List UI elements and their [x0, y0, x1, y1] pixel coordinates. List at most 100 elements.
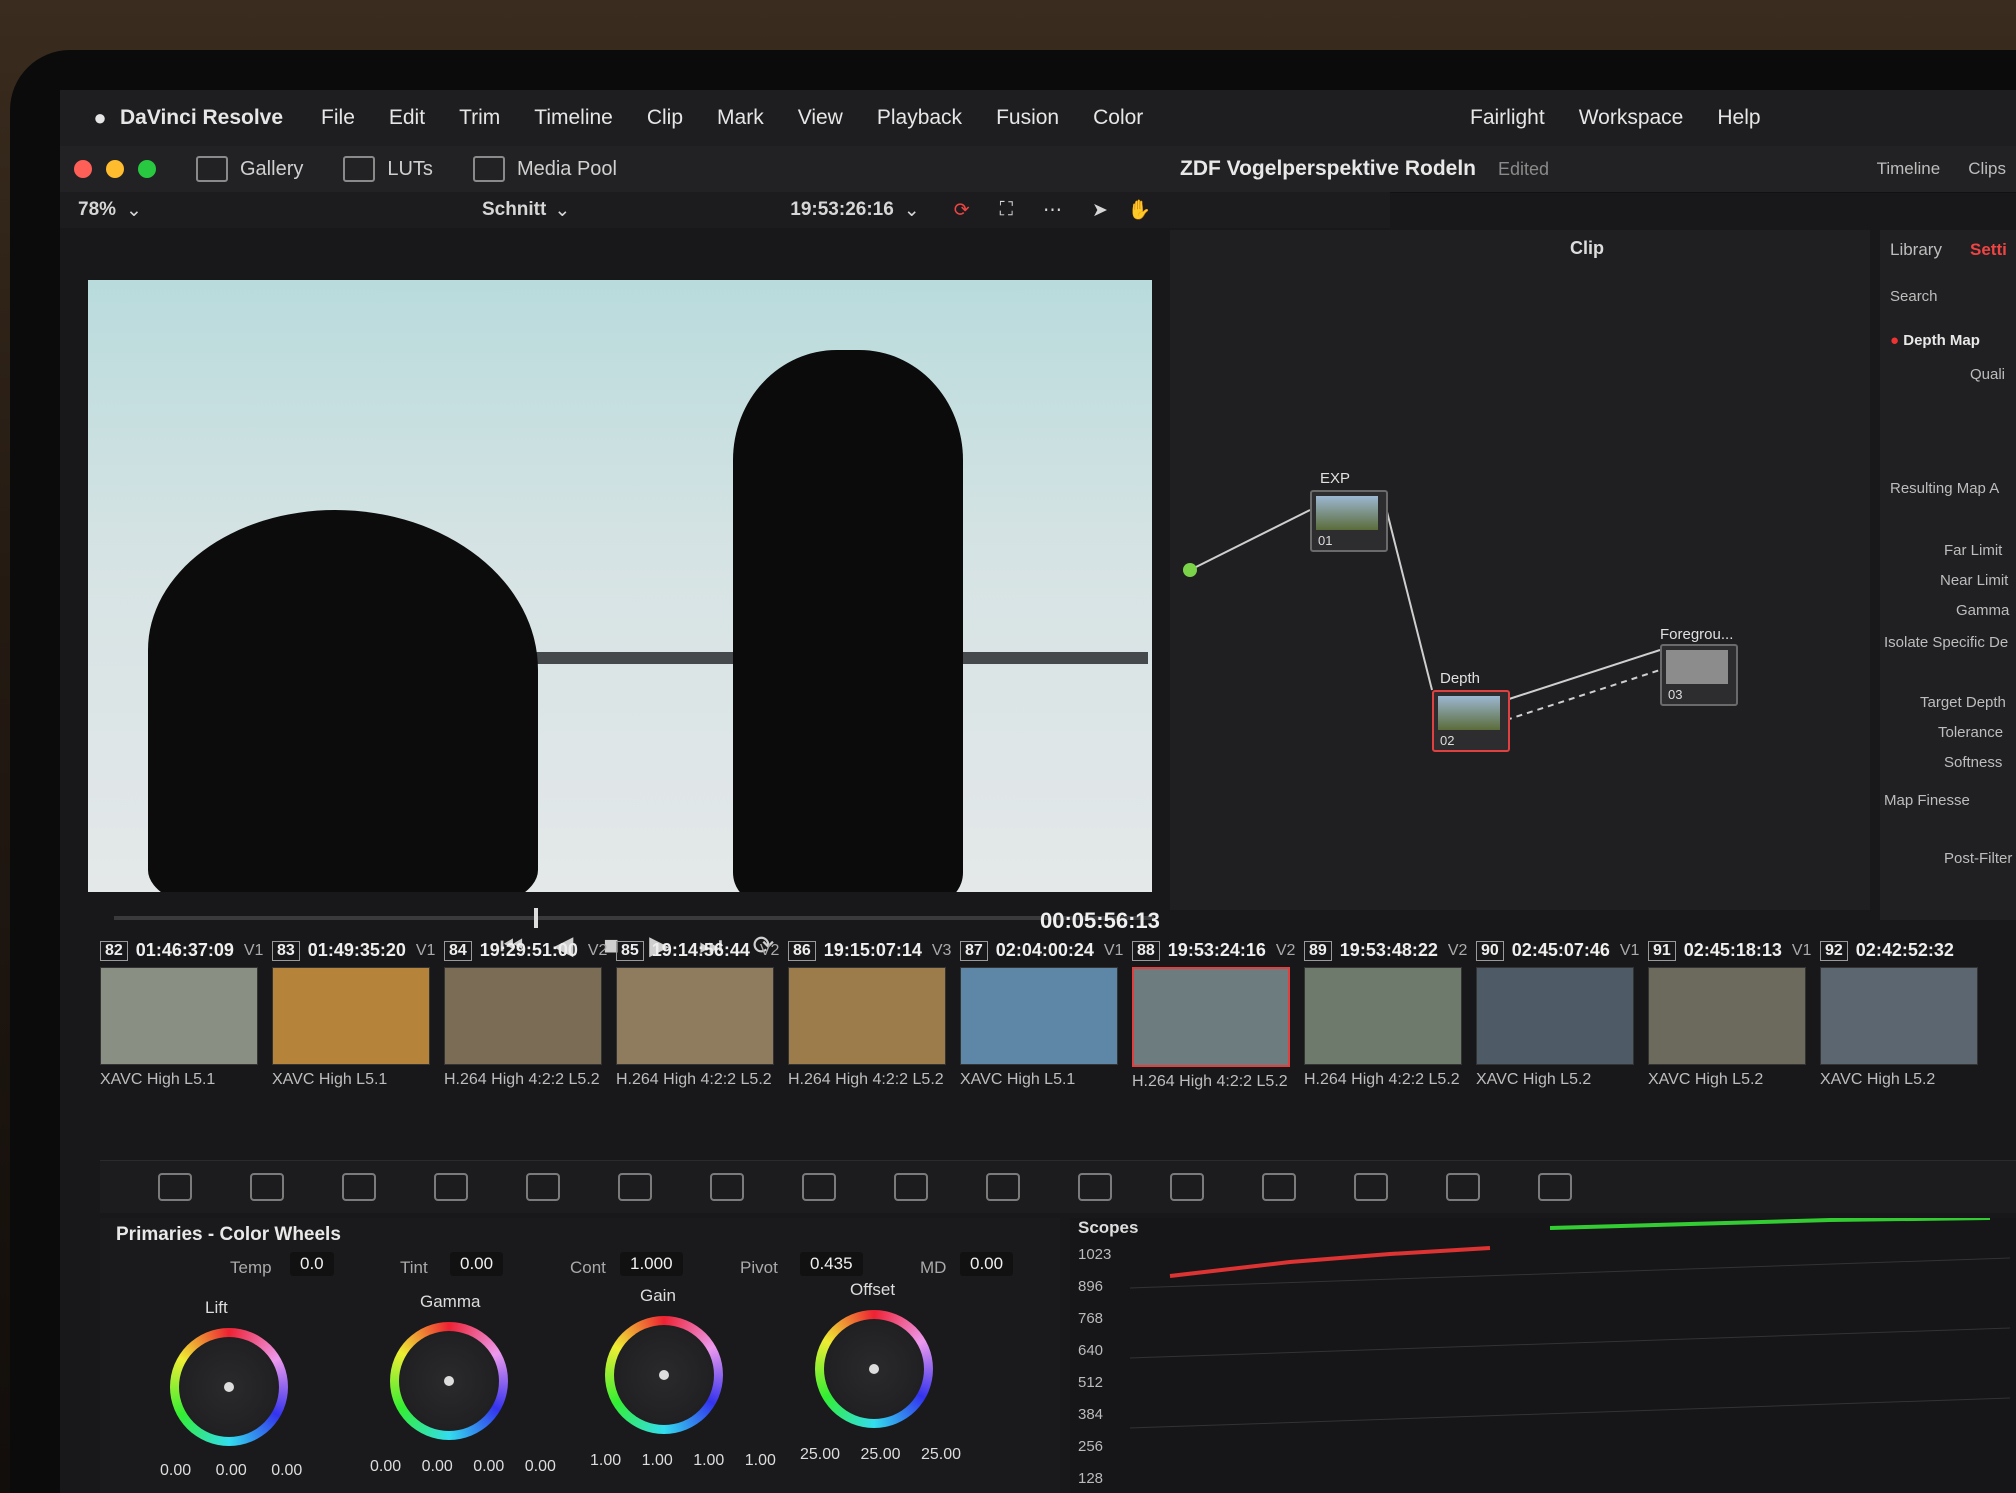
- media-pool-button[interactable]: Media Pool: [472, 156, 617, 182]
- fullscreen-icon[interactable]: ⛶: [1000, 199, 1013, 221]
- key-icon[interactable]: [1354, 1173, 1388, 1201]
- luts-label: LUTs: [387, 157, 433, 180]
- zoom-window-button[interactable]: [138, 160, 156, 178]
- menu-fairlight[interactable]: Fairlight: [1470, 106, 1545, 130]
- clip-thumbnail-card[interactable]: 92 02:42:52:32 XAVC High L5.2: [1820, 940, 1978, 1089]
- section-resulting-map[interactable]: Resulting Map A: [1890, 480, 1999, 497]
- clip-thumbnail-card[interactable]: 89 19:53:48:22 V2 H.264 High 4:2:2 L5.2: [1304, 940, 1467, 1089]
- scope-axis-label: 384: [1078, 1406, 1104, 1423]
- color-match-icon[interactable]: [250, 1173, 284, 1201]
- cont-value[interactable]: 1.000: [620, 1252, 683, 1276]
- rgb-mixer-icon[interactable]: [526, 1173, 560, 1201]
- clip-header: 89 19:53:48:22 V2: [1304, 940, 1467, 961]
- curves-icon[interactable]: [710, 1173, 744, 1201]
- hdr-icon[interactable]: [434, 1173, 468, 1201]
- tab-library[interactable]: Library: [1890, 240, 1942, 260]
- tracker-icon[interactable]: [1078, 1173, 1112, 1201]
- color-sync-icon[interactable]: ⟳: [954, 199, 970, 222]
- more-options-icon[interactable]: ⋯: [1043, 199, 1062, 222]
- clips-toggle[interactable]: Clips: [1968, 159, 2006, 179]
- menu-timeline[interactable]: Timeline: [534, 106, 613, 130]
- clip-thumbnail-card[interactable]: 82 01:46:37:09 V1 XAVC High L5.1: [100, 940, 263, 1089]
- offset-wheel[interactable]: [815, 1310, 933, 1428]
- menu-fusion[interactable]: Fusion: [996, 106, 1059, 130]
- clip-thumbnail-card[interactable]: 90 02:45:07:46 V1 XAVC High L5.2: [1476, 940, 1639, 1089]
- hand-icon[interactable]: ✋: [1128, 198, 1152, 222]
- magic-mask-icon[interactable]: [1170, 1173, 1204, 1201]
- gamma-wheel[interactable]: [390, 1322, 508, 1440]
- color-wheels-icon[interactable]: [342, 1173, 376, 1201]
- viewer-timecode[interactable]: 19:53:26:16: [790, 199, 894, 221]
- clip-number: 82: [100, 940, 128, 961]
- camera-raw-icon[interactable]: [158, 1173, 192, 1201]
- menu-clip[interactable]: Clip: [647, 106, 683, 130]
- menu-help[interactable]: Help: [1717, 106, 1760, 130]
- zoom-dropdown[interactable]: 78%: [78, 199, 116, 221]
- offset-values: 25.00 25.00 25.00: [800, 1446, 962, 1463]
- pivot-value[interactable]: 0.435: [800, 1252, 863, 1276]
- node-foreground[interactable]: 03: [1660, 644, 1738, 706]
- md-value[interactable]: 0.00: [960, 1252, 1014, 1276]
- gallery-button[interactable]: Gallery: [196, 156, 303, 182]
- luts-button[interactable]: LUTs: [343, 156, 433, 182]
- sizing-icon[interactable]: [1446, 1173, 1480, 1201]
- timeline-toggle[interactable]: Timeline: [1877, 159, 1941, 179]
- motion-effects-icon[interactable]: [618, 1173, 652, 1201]
- near-limit-label: Near Limit: [1940, 572, 2009, 589]
- chevron-down-icon[interactable]: ⌄: [126, 199, 142, 222]
- lift-wheel[interactable]: [170, 1328, 288, 1446]
- menu-edit[interactable]: Edit: [389, 106, 425, 130]
- playhead[interactable]: [534, 908, 538, 928]
- clip-thumbnail-card[interactable]: 88 19:53:24:16 V2 H.264 High 4:2:2 L5.2: [1132, 940, 1295, 1091]
- menu-file[interactable]: File: [321, 106, 355, 130]
- app-name[interactable]: DaVinci Resolve: [120, 106, 283, 130]
- pointer-icon[interactable]: ➤: [1092, 199, 1108, 222]
- wheel-handle[interactable]: [224, 1382, 234, 1392]
- tint-value[interactable]: 0.00: [450, 1252, 504, 1276]
- video-viewer[interactable]: [88, 280, 1152, 892]
- clip-thumbnail-card[interactable]: 87 02:04:00:24 V1 XAVC High L5.1: [960, 940, 1123, 1089]
- menu-color[interactable]: Color: [1093, 106, 1143, 130]
- clip-header: 83 01:49:35:20 V1: [272, 940, 435, 961]
- clip-thumbnail-card[interactable]: 85 19:14:56:44 V2 H.264 High 4:2:2 L5.2: [616, 940, 779, 1089]
- node-editor[interactable]: Clip EXP 01 Depth 02 Foregrou... 03: [1170, 230, 1870, 910]
- menu-trim[interactable]: Trim: [459, 106, 500, 130]
- menu-playback[interactable]: Playback: [877, 106, 962, 130]
- window-icon[interactable]: [986, 1173, 1020, 1201]
- tab-settings[interactable]: Setti: [1970, 240, 2007, 260]
- section-map-finesse[interactable]: Map Finesse: [1884, 792, 1970, 809]
- node-connections: [1183, 499, 1661, 721]
- scrubber-bar[interactable]: [114, 908, 1154, 928]
- minimize-window-button[interactable]: [106, 160, 124, 178]
- tint-label: Tint: [400, 1258, 428, 1277]
- temp-value[interactable]: 0.0: [290, 1252, 334, 1276]
- close-window-button[interactable]: [74, 160, 92, 178]
- timeline-selector[interactable]: Schnitt: [482, 199, 546, 221]
- search-input[interactable]: Search: [1890, 288, 1938, 305]
- gain-wheel[interactable]: [605, 1316, 723, 1434]
- menu-workspace[interactable]: Workspace: [1579, 106, 1684, 130]
- clip-thumbnail-card[interactable]: 91 02:45:18:13 V1 XAVC High L5.2: [1648, 940, 1811, 1089]
- qualifier-icon[interactable]: [894, 1173, 928, 1201]
- node-depth[interactable]: 02: [1432, 690, 1510, 752]
- wheel-handle[interactable]: [869, 1364, 879, 1374]
- clip-thumbnail-card[interactable]: 83 01:49:35:20 V1 XAVC High L5.1: [272, 940, 435, 1089]
- chevron-down-icon[interactable]: ⌄: [904, 199, 920, 222]
- gamma-label: Gamma: [1956, 602, 2010, 619]
- menu-mark[interactable]: Mark: [717, 106, 764, 130]
- 3d-icon[interactable]: [1538, 1173, 1572, 1201]
- clip-thumbnail-card[interactable]: 86 19:15:07:14 V3 H.264 High 4:2:2 L5.2: [788, 940, 951, 1089]
- section-isolate-depth[interactable]: Isolate Specific De: [1884, 634, 2008, 651]
- menu-view[interactable]: View: [798, 106, 843, 130]
- wheel-handle[interactable]: [659, 1370, 669, 1380]
- apple-icon[interactable]: ●: [80, 105, 120, 131]
- node-exp[interactable]: 01: [1310, 490, 1388, 552]
- effect-name[interactable]: ● Depth Map: [1890, 332, 1980, 349]
- clip-header: 86 19:15:07:14 V3: [788, 940, 951, 961]
- color-warper-icon[interactable]: [802, 1173, 836, 1201]
- tolerance-label: Tolerance: [1938, 724, 2004, 741]
- blur-icon[interactable]: [1262, 1173, 1296, 1201]
- wheel-handle[interactable]: [444, 1376, 454, 1386]
- clip-thumbnail-card[interactable]: 84 19:29:51:00 V2 H.264 High 4:2:2 L5.2: [444, 940, 607, 1089]
- chevron-down-icon[interactable]: ⌄: [554, 199, 570, 222]
